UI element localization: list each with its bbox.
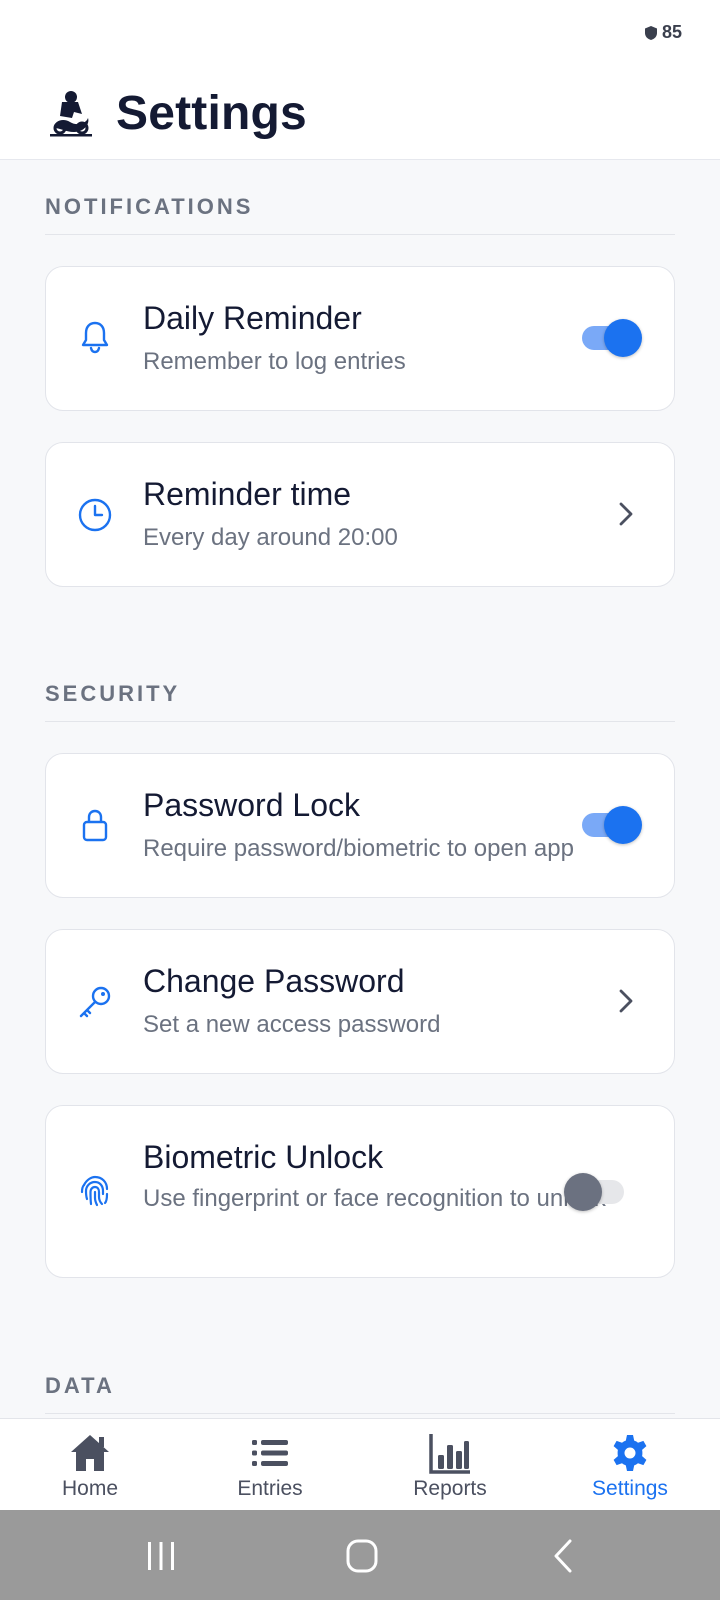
home-icon (71, 1435, 109, 1471)
shield-icon (644, 25, 657, 40)
setting-change-password[interactable]: Change Password Set a new access passwor… (45, 929, 675, 1074)
battery-indicator: 85 (644, 22, 682, 43)
nav-settings[interactable]: Settings (540, 1419, 720, 1511)
biometric-unlock-toggle[interactable] (564, 1172, 628, 1212)
key-icon (79, 986, 111, 1018)
daily-reminder-toggle[interactable] (578, 318, 642, 358)
status-bar: 85 (0, 0, 720, 66)
fingerprint-icon (80, 1175, 109, 1207)
section-header-notifications: NOTIFICATIONS (45, 194, 675, 235)
nav-reports[interactable]: Reports (360, 1419, 540, 1511)
clock-icon (78, 498, 112, 532)
recent-apps-icon[interactable] (141, 1538, 181, 1574)
password-lock-toggle[interactable] (578, 805, 642, 845)
setting-subtitle: Set a new access password (143, 1011, 441, 1038)
app-logo (50, 91, 92, 137)
section-header-security: SECURITY (45, 681, 675, 722)
bar-chart-icon (429, 1434, 470, 1474)
bottom-nav: Home Entries Reports Settings (0, 1418, 720, 1510)
toggle-thumb (604, 806, 642, 844)
setting-reminder-time[interactable]: Reminder time Every day around 20:00 (45, 442, 675, 587)
setting-daily-reminder[interactable]: Daily Reminder Remember to log entries (45, 266, 675, 411)
setting-title: Password Lock (143, 787, 360, 823)
home-button-icon[interactable] (342, 1538, 382, 1574)
nav-label: Reports (413, 1477, 487, 1500)
nav-label: Settings (592, 1477, 668, 1500)
setting-subtitle: Remember to log entries (143, 348, 406, 375)
setting-title: Change Password (143, 963, 405, 999)
setting-subtitle: Require password/biometric to open app (143, 835, 574, 862)
settings-content[interactable]: NOTIFICATIONS Daily Reminder Remember to… (0, 160, 720, 1418)
nav-label: Entries (237, 1477, 303, 1500)
setting-title: Reminder time (143, 476, 352, 512)
setting-password-lock[interactable]: Password Lock Require password/biometric… (45, 753, 675, 898)
back-icon[interactable] (544, 1538, 584, 1574)
nav-home[interactable]: Home (0, 1419, 180, 1511)
setting-title: Daily Reminder (143, 300, 362, 336)
chevron-right-icon (619, 502, 633, 526)
gear-icon (613, 1435, 647, 1471)
toggle-thumb (564, 1173, 602, 1211)
list-icon (252, 1440, 288, 1466)
setting-title: Biometric Unlock (143, 1139, 384, 1175)
setting-biometric-unlock[interactable]: Biometric Unlock Use fingerprint or face… (45, 1105, 675, 1278)
system-nav-bar (0, 1510, 720, 1600)
app-header: Settings (0, 66, 720, 160)
page-title: Settings (116, 87, 307, 140)
lock-icon (82, 809, 108, 842)
section-header-data: DATA (45, 1373, 675, 1414)
nav-label: Home (61, 1477, 119, 1500)
setting-subtitle: Use fingerprint or face recognition to u… (143, 1185, 606, 1212)
bell-icon (81, 321, 109, 354)
chevron-right-icon (619, 989, 633, 1013)
battery-level: 85 (661, 22, 682, 42)
nav-entries[interactable]: Entries (180, 1419, 360, 1511)
setting-subtitle: Every day around 20:00 (143, 524, 398, 551)
toggle-thumb (604, 319, 642, 357)
